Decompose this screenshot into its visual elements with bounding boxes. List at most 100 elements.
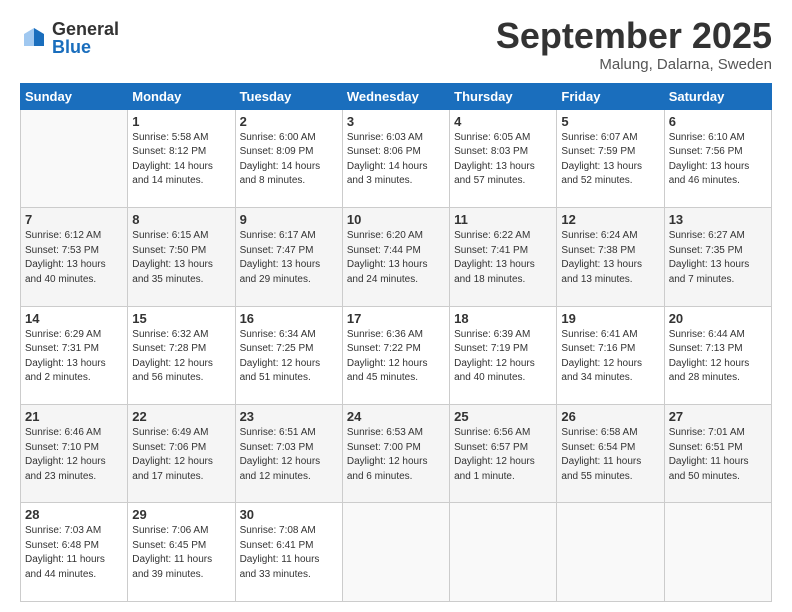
day-number: 9 (240, 212, 338, 227)
calendar-cell: 7 Sunrise: 6:12 AM Sunset: 7:53 PM Daylig… (21, 208, 128, 306)
calendar-cell: 15 Sunrise: 6:32 AM Sunset: 7:28 PM Dayli… (128, 306, 235, 404)
logo-text: General Blue (52, 20, 119, 56)
cell-info: Sunrise: 6:44 AM Sunset: 7:13 PM Dayligh… (669, 328, 767, 386)
weekday-header-thursday: Thursday (450, 83, 557, 109)
cell-info: Sunrise: 6:34 AM Sunset: 7:25 PM Dayligh… (240, 328, 338, 386)
calendar-cell: 27 Sunrise: 7:01 AM Sunset: 6:51 PM Dayli… (664, 405, 771, 503)
calendar-cell (557, 503, 664, 602)
cell-info: Sunrise: 5:58 AM Sunset: 8:12 PM Dayligh… (132, 131, 230, 189)
cell-info: Sunrise: 6:12 AM Sunset: 7:53 PM Dayligh… (25, 229, 123, 287)
day-number: 14 (25, 311, 123, 326)
cell-info: Sunrise: 6:27 AM Sunset: 7:35 PM Dayligh… (669, 229, 767, 287)
calendar-cell: 26 Sunrise: 6:58 AM Sunset: 6:54 PM Dayli… (557, 405, 664, 503)
cell-info: Sunrise: 6:41 AM Sunset: 7:16 PM Dayligh… (561, 328, 659, 386)
cell-info: Sunrise: 6:46 AM Sunset: 7:10 PM Dayligh… (25, 426, 123, 484)
calendar-cell: 22 Sunrise: 6:49 AM Sunset: 7:06 PM Dayli… (128, 405, 235, 503)
calendar-cell: 29 Sunrise: 7:06 AM Sunset: 6:45 PM Dayli… (128, 503, 235, 602)
day-number: 23 (240, 409, 338, 424)
calendar-cell: 6Sunrise: 6:10 AM Sunset: 7:56 PM Daylig… (664, 109, 771, 207)
day-number: 17 (347, 311, 445, 326)
month-title: September 2025 (496, 16, 772, 56)
week-row-4: 21Sunrise: 6:46 AM Sunset: 7:10 PM Dayli… (21, 405, 772, 503)
calendar-cell: 10 Sunrise: 6:20 AM Sunset: 7:44 PM Dayli… (342, 208, 449, 306)
day-number: 20 (669, 311, 767, 326)
cell-info: Sunrise: 6:20 AM Sunset: 7:44 PM Dayligh… (347, 229, 445, 287)
cell-info: Sunrise: 6:10 AM Sunset: 7:56 PM Dayligh… (669, 131, 767, 189)
cell-info: Sunrise: 6:24 AM Sunset: 7:38 PM Dayligh… (561, 229, 659, 287)
weekday-header-wednesday: Wednesday (342, 83, 449, 109)
cell-info: Sunrise: 6:51 AM Sunset: 7:03 PM Dayligh… (240, 426, 338, 484)
cell-info: Sunrise: 7:03 AM Sunset: 6:48 PM Dayligh… (25, 524, 123, 582)
day-number: 29 (132, 507, 230, 522)
calendar-cell: 13Sunrise: 6:27 AM Sunset: 7:35 PM Dayli… (664, 208, 771, 306)
calendar-cell: 24Sunrise: 6:53 AM Sunset: 7:00 PM Dayli… (342, 405, 449, 503)
day-number: 3 (347, 114, 445, 129)
day-number: 8 (132, 212, 230, 227)
weekday-header-sunday: Sunday (21, 83, 128, 109)
weekday-header-friday: Friday (557, 83, 664, 109)
calendar-cell: 21Sunrise: 6:46 AM Sunset: 7:10 PM Dayli… (21, 405, 128, 503)
day-number: 22 (132, 409, 230, 424)
day-number: 1 (132, 114, 230, 129)
day-number: 26 (561, 409, 659, 424)
cell-info: Sunrise: 6:36 AM Sunset: 7:22 PM Dayligh… (347, 328, 445, 386)
day-number: 19 (561, 311, 659, 326)
week-row-5: 28 Sunrise: 7:03 AM Sunset: 6:48 PM Dayli… (21, 503, 772, 602)
cell-info: Sunrise: 6:03 AM Sunset: 8:06 PM Dayligh… (347, 131, 445, 189)
cell-info: Sunrise: 6:39 AM Sunset: 7:19 PM Dayligh… (454, 328, 552, 386)
logo: General Blue (20, 20, 119, 56)
calendar-cell: 3 Sunrise: 6:03 AM Sunset: 8:06 PM Daylig… (342, 109, 449, 207)
calendar-cell: 25 Sunrise: 6:56 AM Sunset: 6:57 PM Dayli… (450, 405, 557, 503)
weekday-header-saturday: Saturday (664, 83, 771, 109)
calendar-cell: 18Sunrise: 6:39 AM Sunset: 7:19 PM Dayli… (450, 306, 557, 404)
day-number: 10 (347, 212, 445, 227)
cell-info: Sunrise: 6:32 AM Sunset: 7:28 PM Dayligh… (132, 328, 230, 386)
cell-info: Sunrise: 6:05 AM Sunset: 8:03 PM Dayligh… (454, 131, 552, 189)
cell-info: Sunrise: 7:01 AM Sunset: 6:51 PM Dayligh… (669, 426, 767, 484)
calendar-cell: 2Sunrise: 6:00 AM Sunset: 8:09 PM Daylig… (235, 109, 342, 207)
calendar-cell (342, 503, 449, 602)
cell-info: Sunrise: 6:17 AM Sunset: 7:47 PM Dayligh… (240, 229, 338, 287)
calendar-cell: 20 Sunrise: 6:44 AM Sunset: 7:13 PM Dayli… (664, 306, 771, 404)
day-number: 28 (25, 507, 123, 522)
cell-info: Sunrise: 6:58 AM Sunset: 6:54 PM Dayligh… (561, 426, 659, 484)
cell-info: Sunrise: 6:49 AM Sunset: 7:06 PM Dayligh… (132, 426, 230, 484)
day-number: 7 (25, 212, 123, 227)
logo-general: General (52, 20, 119, 38)
cell-info: Sunrise: 7:06 AM Sunset: 6:45 PM Dayligh… (132, 524, 230, 582)
calendar-cell: 14Sunrise: 6:29 AM Sunset: 7:31 PM Dayli… (21, 306, 128, 404)
header: General Blue September 2025 Malung, Dala… (20, 16, 772, 73)
calendar-cell: 5Sunrise: 6:07 AM Sunset: 7:59 PM Daylig… (557, 109, 664, 207)
location-subtitle: Malung, Dalarna, Sweden (496, 56, 772, 73)
calendar-cell: 28 Sunrise: 7:03 AM Sunset: 6:48 PM Dayli… (21, 503, 128, 602)
page: General Blue September 2025 Malung, Dala… (0, 0, 792, 612)
weekday-header-tuesday: Tuesday (235, 83, 342, 109)
day-number: 12 (561, 212, 659, 227)
calendar-cell: 17 Sunrise: 6:36 AM Sunset: 7:22 PM Dayli… (342, 306, 449, 404)
day-number: 24 (347, 409, 445, 424)
day-number: 11 (454, 212, 552, 227)
cell-info: Sunrise: 6:07 AM Sunset: 7:59 PM Dayligh… (561, 131, 659, 189)
week-row-2: 7 Sunrise: 6:12 AM Sunset: 7:53 PM Daylig… (21, 208, 772, 306)
week-row-3: 14Sunrise: 6:29 AM Sunset: 7:31 PM Dayli… (21, 306, 772, 404)
calendar-cell (21, 109, 128, 207)
calendar-cell: 30 Sunrise: 7:08 AM Sunset: 6:41 PM Dayli… (235, 503, 342, 602)
weekday-header-monday: Monday (128, 83, 235, 109)
calendar-cell: 11Sunrise: 6:22 AM Sunset: 7:41 PM Dayli… (450, 208, 557, 306)
calendar-cell: 1 Sunrise: 5:58 AM Sunset: 8:12 PM Daylig… (128, 109, 235, 207)
cell-info: Sunrise: 6:15 AM Sunset: 7:50 PM Dayligh… (132, 229, 230, 287)
calendar-cell: 23 Sunrise: 6:51 AM Sunset: 7:03 PM Dayli… (235, 405, 342, 503)
day-number: 27 (669, 409, 767, 424)
day-number: 4 (454, 114, 552, 129)
cell-info: Sunrise: 6:56 AM Sunset: 6:57 PM Dayligh… (454, 426, 552, 484)
day-number: 25 (454, 409, 552, 424)
calendar-cell: 4 Sunrise: 6:05 AM Sunset: 8:03 PM Daylig… (450, 109, 557, 207)
day-number: 30 (240, 507, 338, 522)
logo-blue: Blue (52, 38, 119, 56)
cell-info: Sunrise: 7:08 AM Sunset: 6:41 PM Dayligh… (240, 524, 338, 582)
weekday-header-row: SundayMondayTuesdayWednesdayThursdayFrid… (21, 83, 772, 109)
day-number: 15 (132, 311, 230, 326)
calendar-cell (664, 503, 771, 602)
calendar-cell: 9 Sunrise: 6:17 AM Sunset: 7:47 PM Daylig… (235, 208, 342, 306)
day-number: 2 (240, 114, 338, 129)
